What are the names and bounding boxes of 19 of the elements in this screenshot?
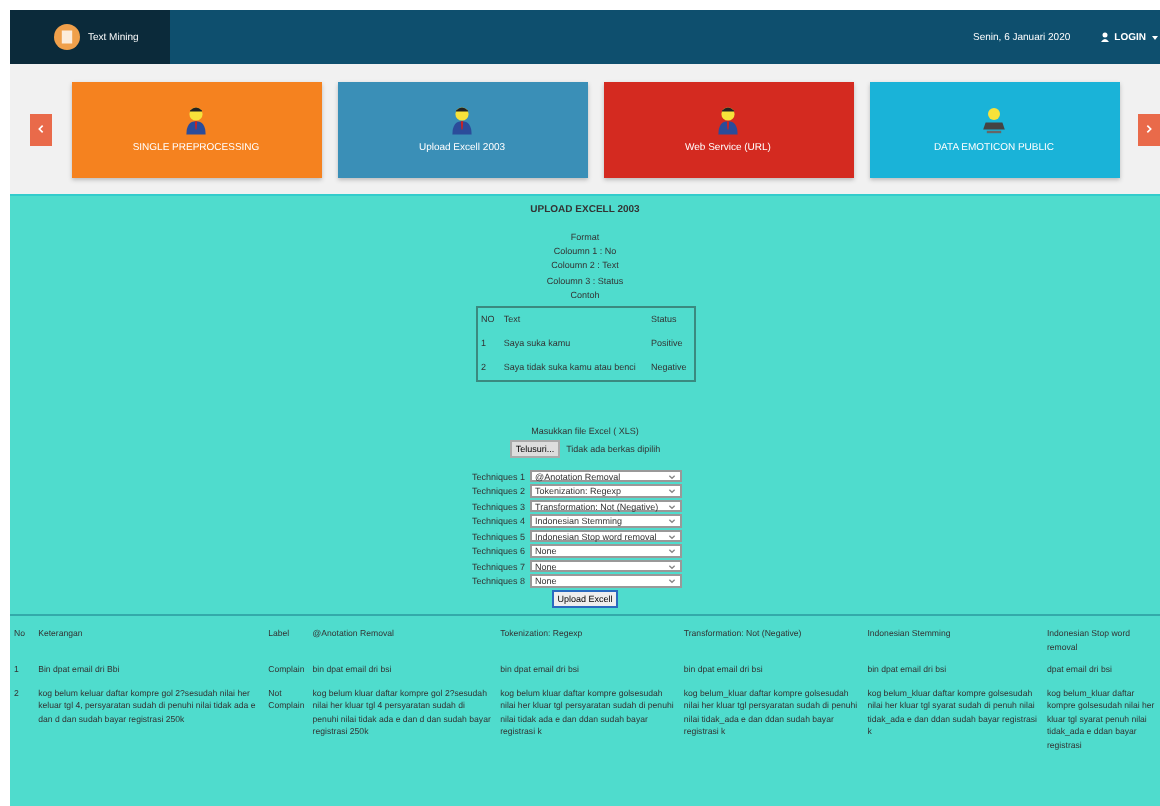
person-icon bbox=[716, 104, 740, 136]
dropdown-icon bbox=[667, 533, 675, 539]
dropdown-icon bbox=[667, 548, 675, 554]
person-icon bbox=[184, 104, 208, 136]
dropdown-icon bbox=[667, 503, 675, 509]
previous-button[interactable] bbox=[30, 113, 52, 145]
next-button[interactable] bbox=[1138, 113, 1160, 145]
dropdown-icon bbox=[667, 563, 675, 569]
dropdown-icon bbox=[667, 473, 675, 479]
chevron-right-icon bbox=[1144, 124, 1154, 134]
dropdown-icon bbox=[667, 488, 675, 494]
dropdown-icon bbox=[667, 518, 675, 524]
person-icon bbox=[450, 104, 474, 136]
logo-icon bbox=[54, 24, 80, 50]
caret-icon bbox=[1150, 32, 1160, 42]
monitor-icon bbox=[982, 104, 1006, 136]
dropdown-icon bbox=[667, 578, 675, 584]
user-icon bbox=[1100, 32, 1111, 42]
chevron-left-icon bbox=[36, 124, 46, 134]
